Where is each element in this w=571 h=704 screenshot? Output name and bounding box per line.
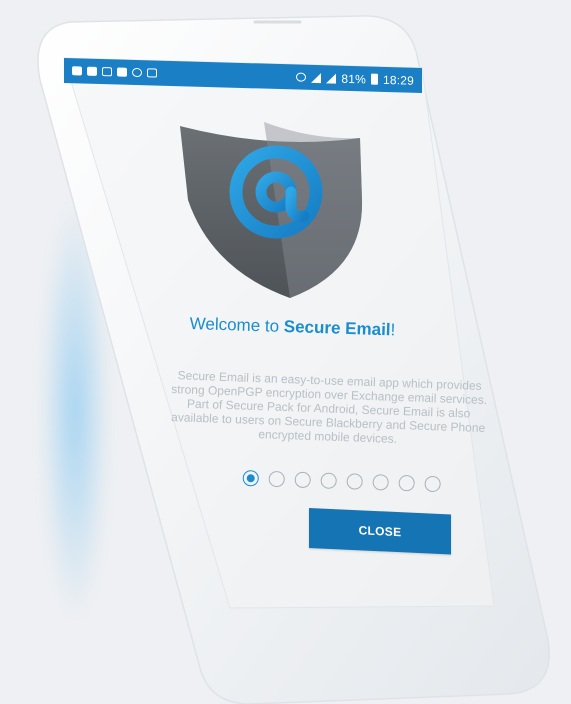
page-dot-1[interactable] [242,470,259,487]
video-icon [87,66,97,76]
welcome-suffix: ! [390,320,396,340]
description-text: Secure Email is an easy-to-use email app… [170,368,488,446]
message-icon [102,67,112,77]
battery-icon [370,73,378,85]
flag-icon [117,67,127,77]
clock: 18:29 [382,72,414,88]
status-right-icons: 81% 18:29 [296,70,414,87]
close-button[interactable]: CLOSE [309,508,451,555]
page-dot-6[interactable] [372,474,389,491]
signal-icon [326,72,337,84]
gallery-icon [72,66,82,76]
status-left-icons [72,66,157,78]
page-dot-4[interactable] [320,472,337,489]
shield-at-logo [180,122,363,298]
clipboard-icon [147,68,157,78]
page-dot-3[interactable] [294,471,311,489]
wifi-icon [311,72,322,83]
scene: 81% 18:29 Welcome to Secure Email! Secur… [0,0,571,704]
app-name: Secure Email [283,316,391,340]
alarm-icon [296,72,307,82]
page-dot-2[interactable] [268,470,285,488]
page-dot-8[interactable] [424,475,441,493]
phone-device [37,15,550,704]
page-dot-7[interactable] [398,474,415,492]
page-dot-5[interactable] [346,473,363,490]
battery-percent: 81% [341,71,366,86]
welcome-prefix: Welcome to [189,314,285,336]
sync-icon [132,67,142,78]
